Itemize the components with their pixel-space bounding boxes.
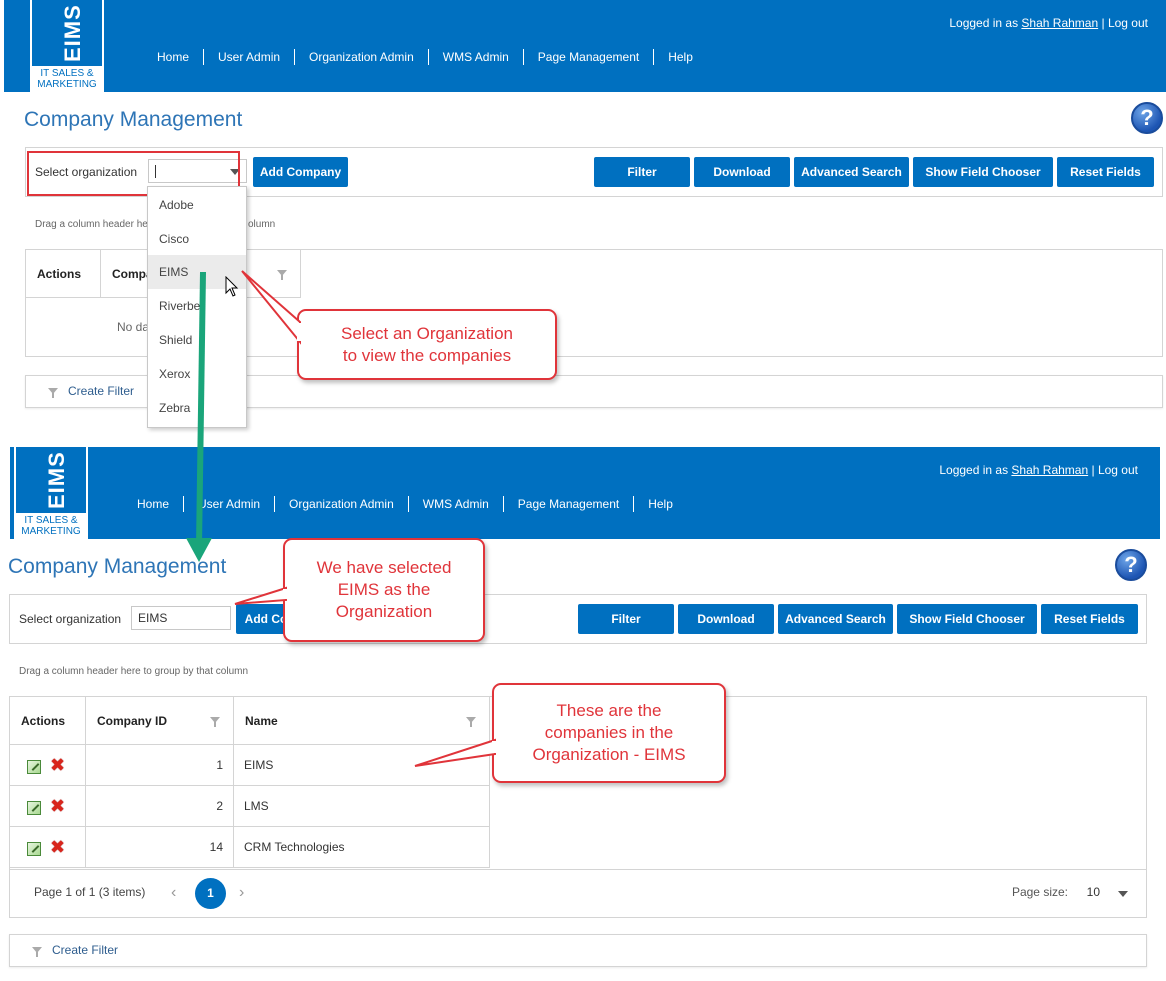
nav-page-management[interactable]: Page Management [524,49,655,65]
cell-company-id: 2 [86,786,234,826]
cell-name: LMS [234,786,490,826]
screenshot-panel-dropdown-open: EIMS IT SALES & MARKETING Home User Admi… [0,0,1166,440]
cell-company-id: 14 [86,827,234,867]
screenshot-panel-eims-selected: EIMS IT SALES & MARKETING Home User Admi… [0,447,1166,981]
page-button-1[interactable]: 1 [195,878,226,909]
nav-help[interactable]: Help [634,496,687,512]
row-actions: ✖ [10,745,86,785]
page-title: Company Management [8,555,227,578]
filter-builder-bar[interactable]: Create Filter [9,934,1147,967]
callout-selected-organization: We have selected EIMS as the Organizatio… [283,538,485,642]
main-nav: Home User Admin Organization Admin WMS A… [123,496,687,512]
col-name[interactable]: Name [234,697,490,745]
edit-icon[interactable] [27,801,41,815]
group-panel-hint: Drag a column header here to group by th… [19,666,249,677]
reset-fields-button[interactable]: Reset Fields [1057,157,1154,187]
page-info: Page 1 of 1 (3 items) [34,885,146,899]
callout-select-organization: Select an Organization to view the compa… [297,309,557,380]
eims-logo[interactable]: EIMS IT SALES & MARKETING [30,0,104,92]
download-button[interactable]: Download [694,157,790,187]
user-link[interactable]: Shah Rahman [1011,463,1088,477]
col-company-id[interactable]: Company ID [86,697,234,745]
chevron-down-icon[interactable] [1118,891,1128,897]
option-adobe[interactable]: Adobe [148,188,246,222]
group-panel-hint: Drag a column header he [35,219,148,230]
nav-help[interactable]: Help [654,49,707,65]
help-icon[interactable]: ? [1131,102,1163,134]
login-status: Logged in as Shah Rahman | Log out [949,16,1148,30]
mouse-cursor-icon [225,276,239,297]
page-size-select[interactable]: 10 [1087,885,1100,899]
nav-user-admin[interactable]: User Admin [184,496,276,512]
help-icon[interactable]: ? [1115,549,1147,581]
callout-companies: These are the companies in the Organizat… [492,683,726,783]
edit-icon[interactable] [27,760,41,774]
grid-pager: Page 1 of 1 (3 items) ‹ 1 › Page size: 1… [10,869,1146,916]
page-size-label: Page size: [1011,885,1068,899]
table-row: ✖ 14 CRM Technologies [10,827,490,868]
option-cisco[interactable]: Cisco [148,222,246,256]
prev-page-icon[interactable]: ‹ [171,884,176,902]
add-company-button[interactable]: Add Company [253,157,348,187]
page-title: Company Management [24,108,243,131]
download-button[interactable]: Download [678,604,774,634]
cell-name: EIMS [234,745,490,785]
delete-icon[interactable]: ✖ [50,838,65,856]
delete-icon[interactable]: ✖ [50,797,65,815]
organization-dropdown-list: Adobe Cisco EIMS Riverbe Shield Xerox Ze… [147,186,247,428]
nav-wms-admin[interactable]: WMS Admin [429,49,524,65]
row-actions: ✖ [10,827,86,867]
organization-select-value: EIMS [138,611,168,625]
reset-fields-button[interactable]: Reset Fields [1041,604,1138,634]
option-shield[interactable]: Shield [148,323,246,357]
user-link[interactable]: Shah Rahman [1021,16,1098,30]
delete-icon[interactable]: ✖ [50,756,65,774]
login-status: Logged in as Shah Rahman | Log out [939,463,1138,477]
nav-wms-admin[interactable]: WMS Admin [409,496,504,512]
filter-icon [32,947,42,957]
top-header: EIMS IT SALES & MARKETING Home User Admi… [10,447,1160,539]
nav-home[interactable]: Home [123,496,185,512]
row-actions: ✖ [10,786,86,826]
logout-link[interactable]: Log out [1098,463,1138,477]
advanced-search-button[interactable]: Advanced Search [778,604,893,634]
filter-button[interactable]: Filter [578,604,674,634]
group-panel-hint-tail: olumn [248,219,276,230]
filter-icon[interactable] [210,717,220,727]
table-row: ✖ 2 LMS [10,786,490,827]
cell-name: CRM Technologies [234,827,490,867]
nav-home[interactable]: Home [143,49,205,65]
main-nav: Home User Admin Organization Admin WMS A… [143,49,707,65]
eims-logo[interactable]: EIMS IT SALES & MARKETING [14,447,88,539]
select-organization-label: Select organization [19,612,122,626]
show-field-chooser-button[interactable]: Show Field Chooser [897,604,1037,634]
create-filter-link[interactable]: Create Filter [68,384,134,398]
organization-select[interactable]: EIMS [131,606,231,630]
grid-toolbar: Select organization EIMS Add Co Filter D… [9,594,1147,644]
logout-link[interactable]: Log out [1108,16,1148,30]
advanced-search-button[interactable]: Advanced Search [794,157,909,187]
cell-company-id: 1 [86,745,234,785]
nav-organization-admin[interactable]: Organization Admin [295,49,429,65]
filter-icon[interactable] [466,717,476,727]
filter-icon [48,388,58,398]
show-field-chooser-button[interactable]: Show Field Chooser [913,157,1053,187]
nav-organization-admin[interactable]: Organization Admin [275,496,409,512]
next-page-icon[interactable]: › [239,884,244,902]
option-zebra[interactable]: Zebra [148,391,246,425]
col-actions: Actions [10,697,86,745]
col-actions: Actions [26,250,101,298]
filter-icon[interactable] [277,270,287,280]
top-header: EIMS IT SALES & MARKETING Home User Admi… [4,0,1166,92]
table-row: ✖ 1 EIMS [10,745,490,786]
edit-icon[interactable] [27,842,41,856]
filter-button[interactable]: Filter [594,157,690,187]
option-xerox[interactable]: Xerox [148,357,246,391]
nav-user-admin[interactable]: User Admin [204,49,296,65]
create-filter-link[interactable]: Create Filter [52,943,118,957]
nav-page-management[interactable]: Page Management [504,496,635,512]
no-data-text: No da [117,320,150,334]
